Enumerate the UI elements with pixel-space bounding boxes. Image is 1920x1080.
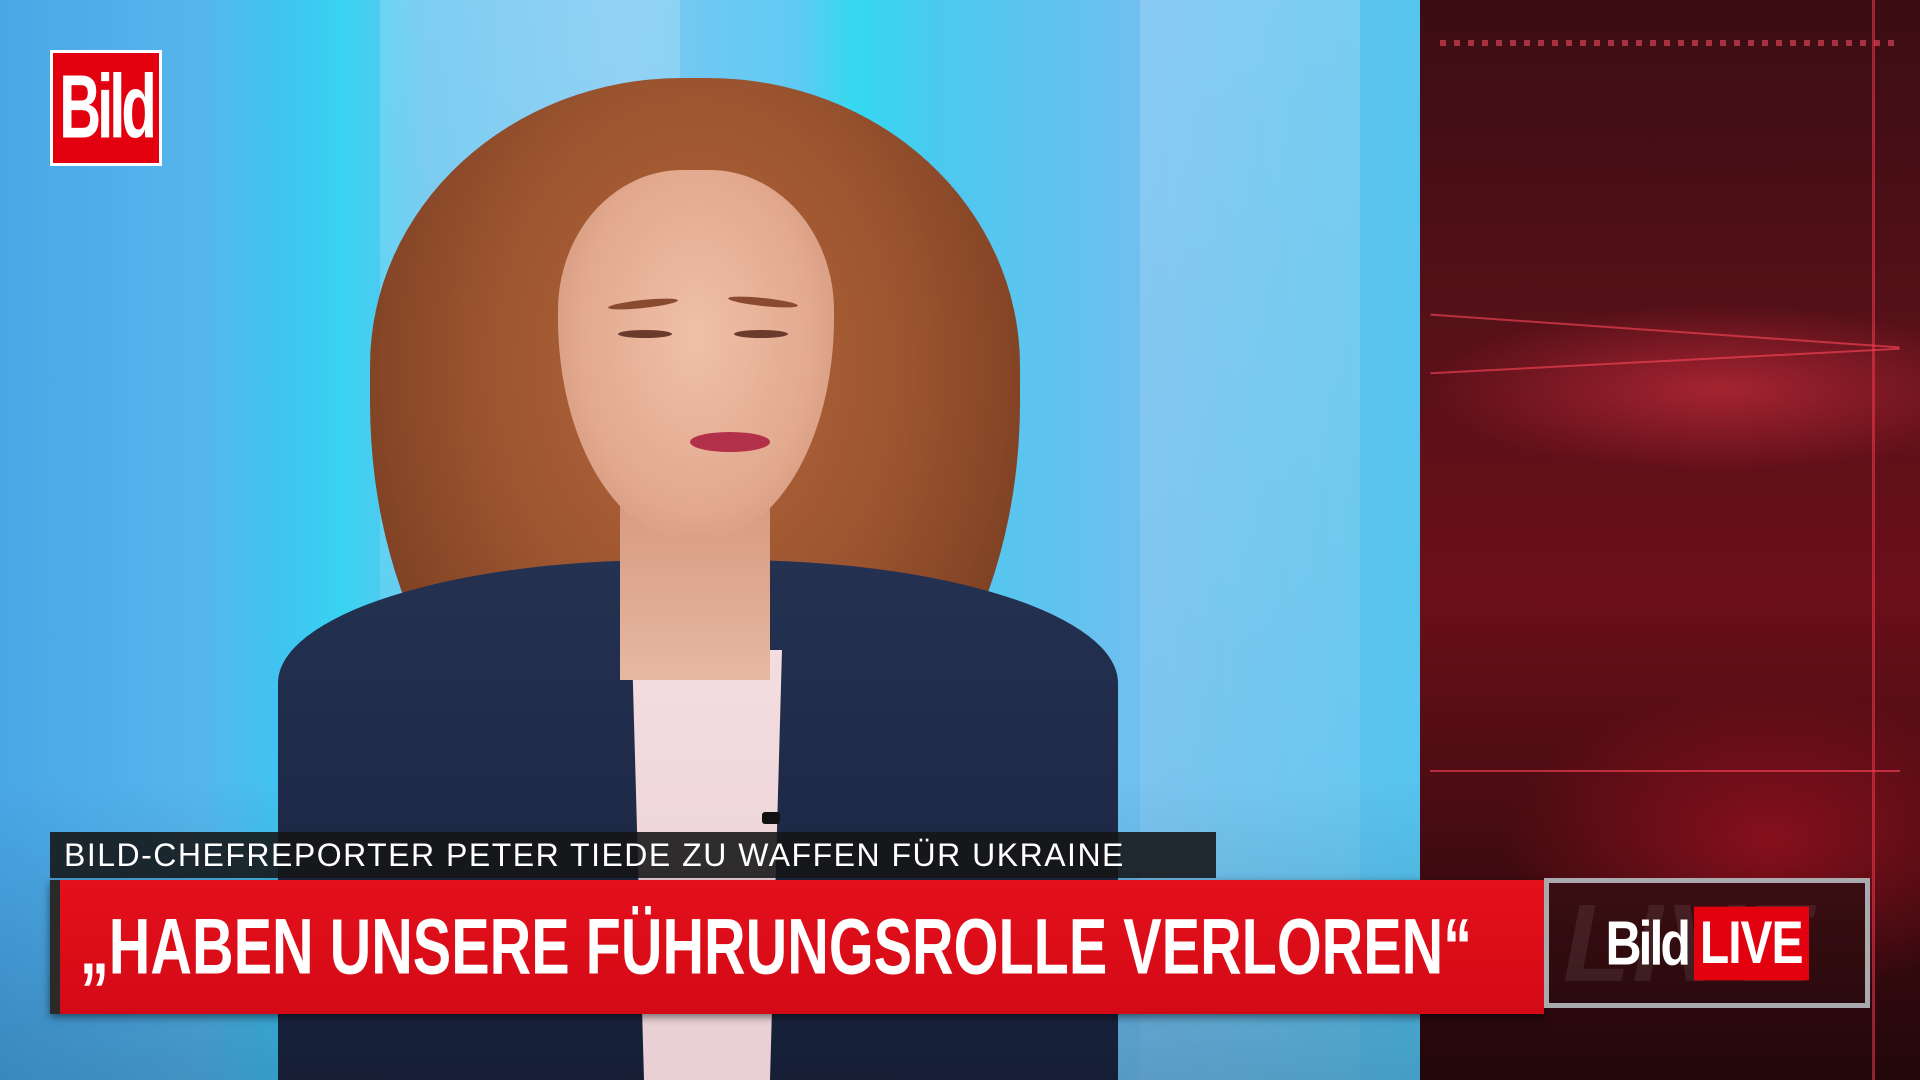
video-frame: Bild BILD-CHEFREPORTER PETER TIEDE ZU WA… [0,0,1920,1080]
bild-logo-icon: Bild [50,50,162,166]
bild-live-icon: LIVE Bild LIVE [1544,878,1870,1008]
bild-logo-text: Bild [59,56,157,158]
lapel-mic-icon [762,812,780,824]
live-bug-label: LIVE [1693,906,1809,980]
live-bug-brand: Bild [1605,908,1690,978]
headline-text: „HABEN UNSERE FÜHRUNGSROLLE VERLOREN“ [80,903,1473,991]
guest-eye [734,330,788,338]
topic-line: BILD-CHEFREPORTER PETER TIEDE ZU WAFFEN … [64,836,1125,873]
guest-mouth [690,432,770,452]
led-dot-row [1440,40,1900,46]
light-streak [1872,0,1875,1080]
light-streak [1430,770,1900,772]
headline-edge [50,880,60,1014]
topic-bar: BILD-CHEFREPORTER PETER TIEDE ZU WAFFEN … [50,832,1216,878]
guest-eye [618,330,672,338]
headline-bar: „HABEN UNSERE FÜHRUNGSROLLE VERLOREN“ [50,880,1544,1014]
